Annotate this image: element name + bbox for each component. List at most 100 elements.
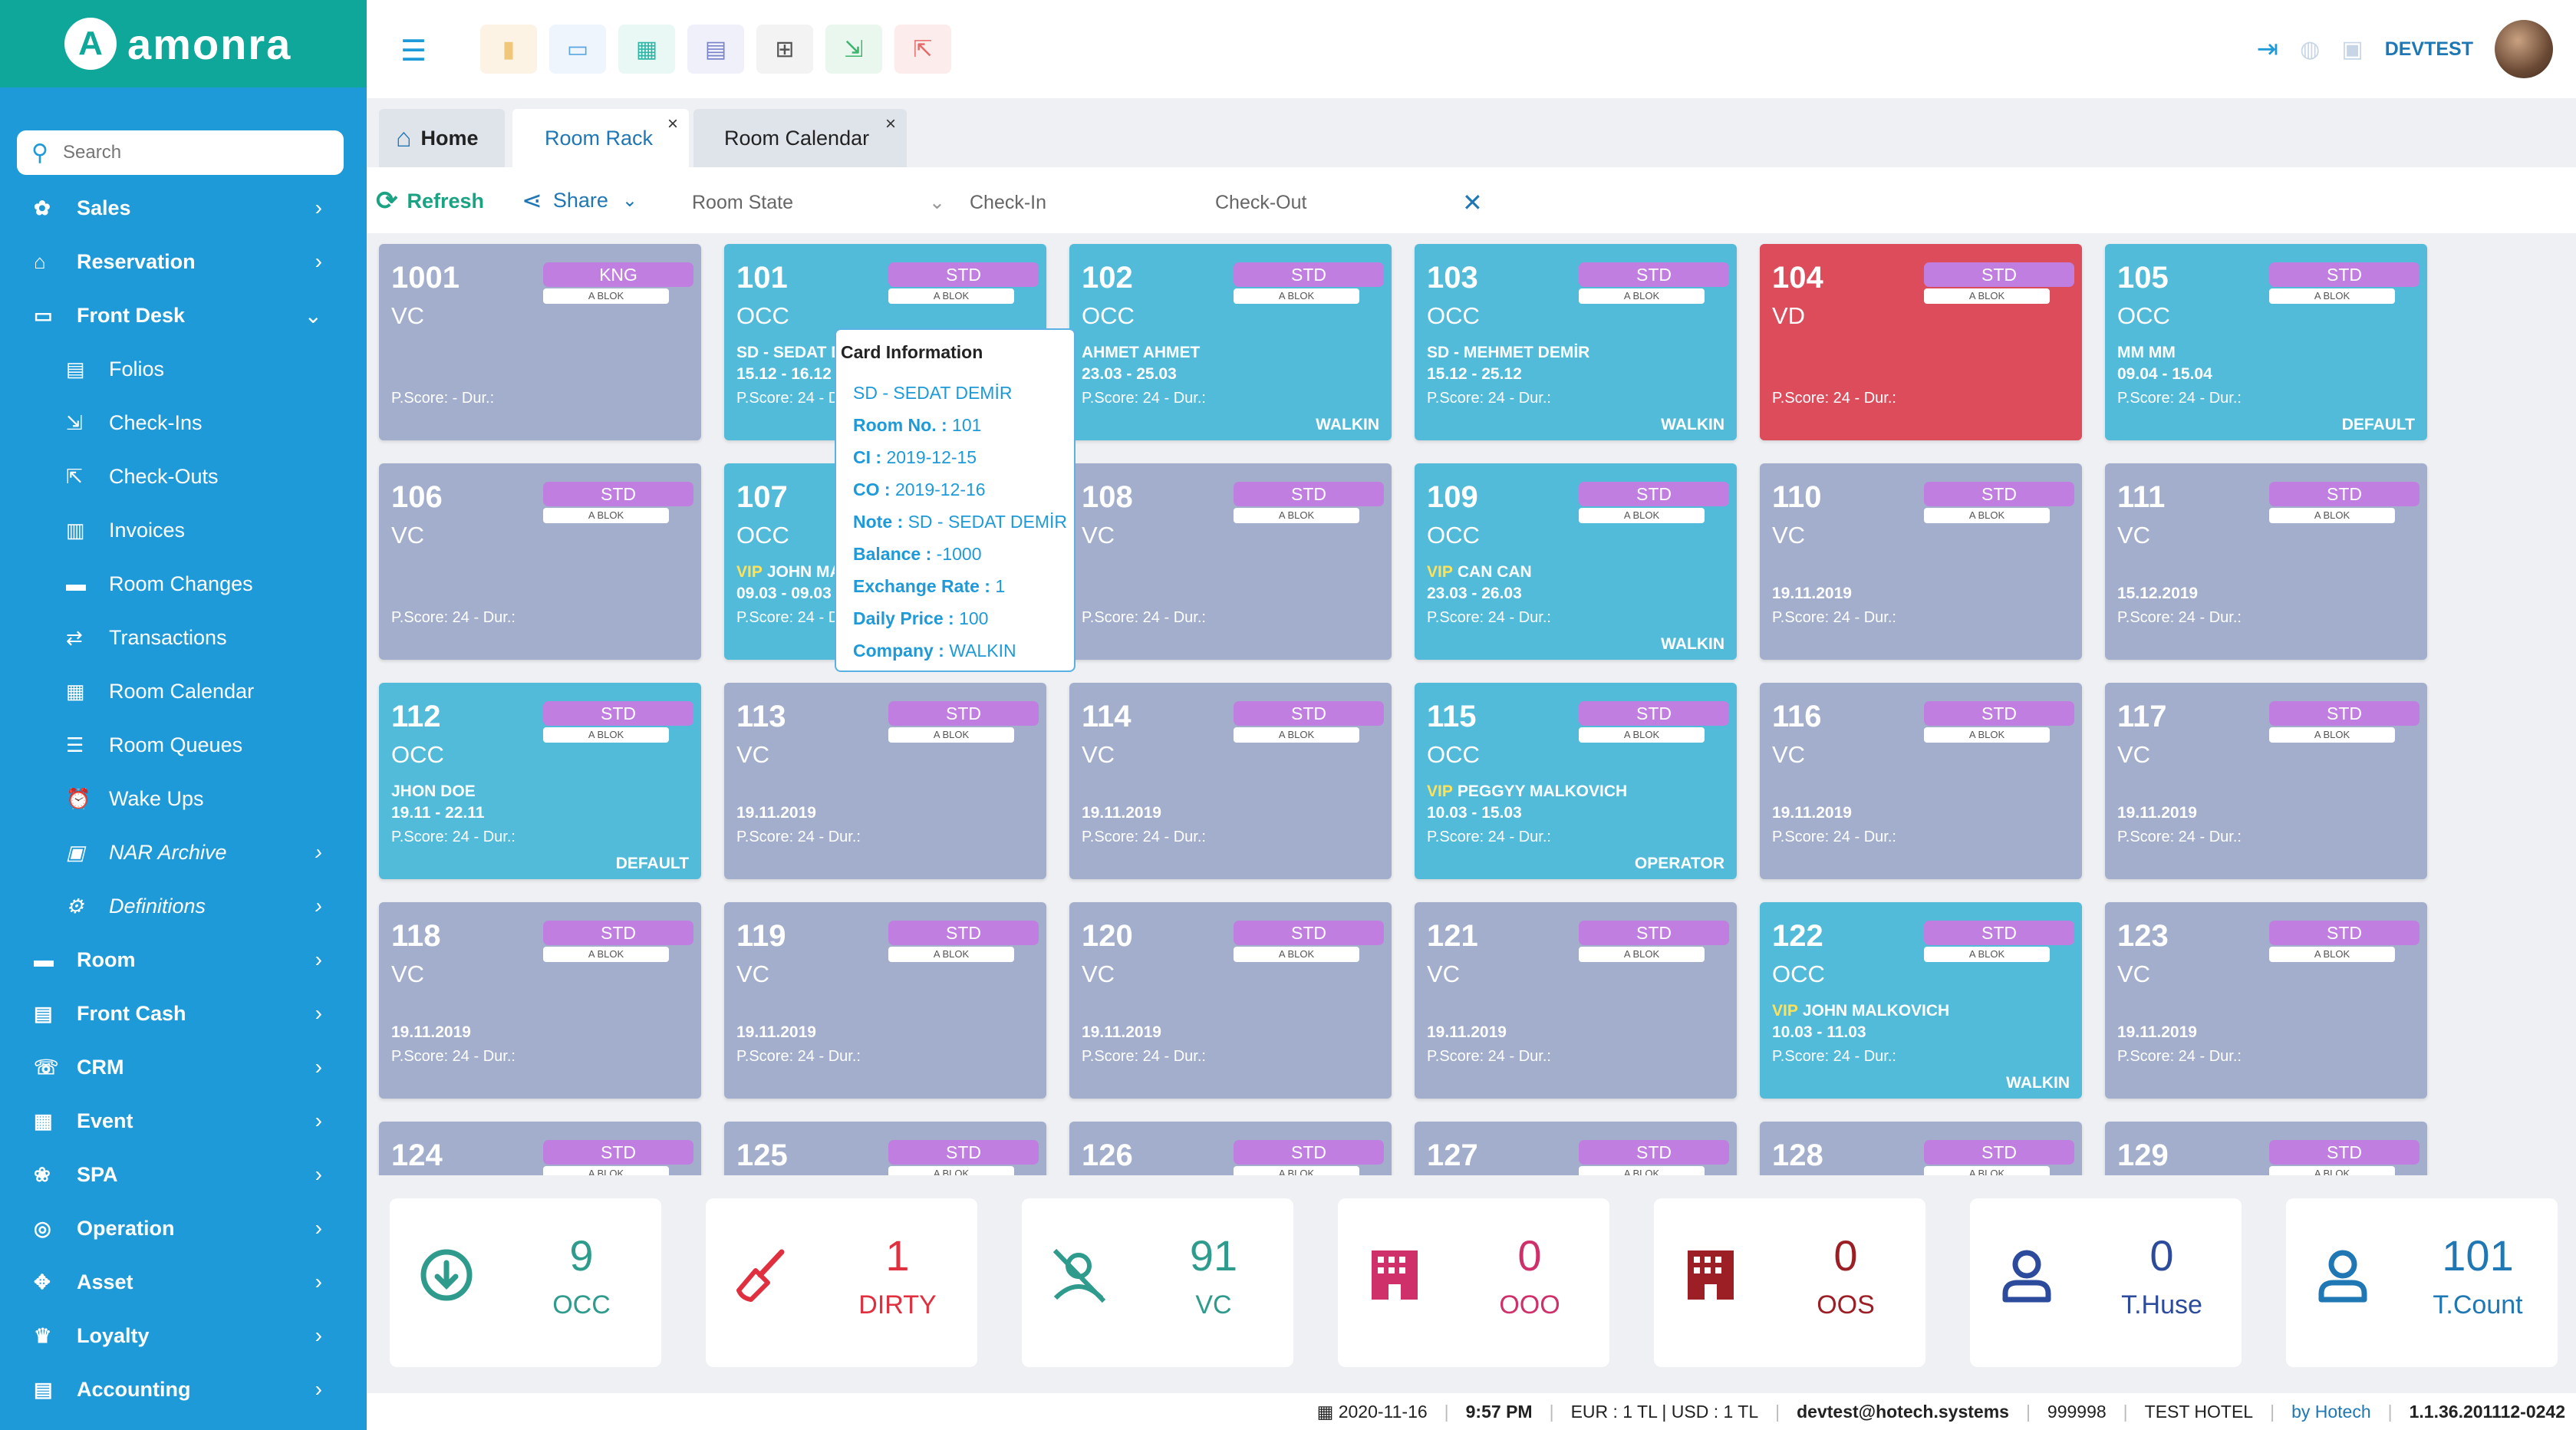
check-in-field[interactable]: Check-In [970,187,1200,218]
sidebar-item-asset[interactable]: ✥ Asset › [0,1255,367,1309]
tab-room-calendar[interactable]: Room Calendar × [693,109,907,167]
room-card[interactable]: 124VCSTDA BLOK [379,1122,701,1175]
sidebar-item-front-desk[interactable]: ▭ Front Desk ⌄ [0,288,367,342]
sidebar-item-label: NAR Archive [109,840,227,864]
calendar-icon[interactable]: ▦ [618,25,675,74]
room-card[interactable]: 118 VC STD A BLOK 19.11.2019 P.Score: 24 - Du… [379,902,701,1099]
room-card[interactable]: 126VCSTDA BLOK [1069,1122,1392,1175]
search-box[interactable]: ⚲ [17,130,344,175]
sidebar-item-check-ins[interactable]: ⇲ Check-Ins [0,396,367,450]
room-type-badge: STD [888,262,1039,287]
sidebar-item-spa[interactable]: ❀ SPA › [0,1148,367,1201]
room-card[interactable]: 125VCSTDA BLOK [724,1122,1046,1175]
room-state-select[interactable]: Room State ⌄ [692,187,945,218]
tooltip-row: Exchange Rate : 1 [853,570,1057,602]
room-card[interactable]: 113 VC STD A BLOK 19.11.2019 P.Score: 24 - Du… [724,683,1046,879]
check-out-tool-icon[interactable]: ⇱ [894,25,951,74]
room-card[interactable]: 112 OCC STD A BLOK JHON DOE 19.11 - 22.11 P.Sc… [379,683,701,879]
room-card[interactable]: 128VCSTDA BLOK [1760,1122,2082,1175]
room-card[interactable]: 127VCSTDA BLOK [1415,1122,1737,1175]
check-in-tool-icon[interactable]: ⇲ [825,25,882,74]
room-card[interactable]: 105 OCC STD A BLOK MM MM 09.04 - 15.04 P.Score… [2105,244,2427,440]
close-icon[interactable]: × [667,114,678,135]
stat-value: 1 [885,1231,910,1280]
sidebar-item-label: SPA [77,1162,118,1186]
tab-home[interactable]: ⌂ Home [379,109,505,167]
room-card[interactable]: 114 VC STD A BLOK 19.11.2019 P.Score: 24 - Du… [1069,683,1392,879]
close-icon[interactable]: × [885,114,896,135]
sidebar-item-definitions[interactable]: ⚙ Definitions › [0,879,367,933]
stat-card-ooo[interactable]: 0 OOO [1338,1198,1609,1367]
sidebar-item-room-queues[interactable]: ☰ Room Queues [0,718,367,772]
chart-icon[interactable]: ▮ [480,25,537,74]
sidebar-item-operation[interactable]: ◎ Operation › [0,1201,367,1255]
room-card[interactable]: 122 OCC STD A BLOK VIP JOHN MALKOVICH 10.03 - … [1760,902,2082,1099]
room-card[interactable]: 111 VC STD A BLOK 15.12.2019 P.Score: 24 - Du… [2105,463,2427,660]
status-by[interactable]: by Hotech [2291,1402,2371,1422]
room-card[interactable]: 104 VD STD A BLOK P.Score: 24 - Dur.: [1760,244,2082,440]
tab-room-rack[interactable]: Room Rack × [512,109,689,167]
sidebar-item-invoices[interactable]: ▥ Invoices [0,503,367,557]
logo[interactable]: A amonra [0,0,367,87]
hamburger-menu-icon[interactable]: ☰ [400,34,427,68]
sidebar-item-front-cash[interactable]: ▤ Front Cash › [0,987,367,1040]
search-input[interactable] [63,142,324,163]
sidebar-item-label: Definitions [109,894,206,918]
sidebar-item-wake-ups[interactable]: ⏰ Wake Ups [0,772,367,825]
stat-card-occ[interactable]: 9 OCC [390,1198,661,1367]
room-card[interactable]: 115 OCC STD A BLOK VIP PEGGYY MALKOVICH 10.03 … [1415,683,1737,879]
sidebar-item-folios[interactable]: ▤ Folios [0,342,367,396]
sidebar-item-room[interactable]: ▬ Room › [0,933,367,987]
sidebar-item-accounting[interactable]: ▤ Accounting › [0,1362,367,1416]
stat-card-vc[interactable]: 91 VC [1022,1198,1293,1367]
bed-icon[interactable]: ▭ [549,25,606,74]
refresh-button[interactable]: ⟳ Refresh [376,186,484,216]
logout-icon[interactable]: ⇥ [2257,34,2279,64]
tooltip-row: Daily Price : 100 [853,602,1057,634]
sidebar: A amonra ⚲ ✿ Sales › ⌂ Reservation › ▭ Front De… [0,0,367,1430]
room-card[interactable]: 121 VC STD A BLOK 19.11.2019 P.Score: 24 - Du… [1415,902,1737,1099]
sidebar-item-room-calendar[interactable]: ▦ Room Calendar [0,664,367,718]
avatar[interactable] [2495,20,2553,78]
block-badge: A BLOK [1924,508,2050,523]
stat-card-dirty[interactable]: 1 DIRTY [706,1198,977,1367]
sidebar-item-reservation[interactable]: ⌂ Reservation › [0,235,367,288]
printer-icon[interactable]: ▣ [2341,36,2363,63]
room-card[interactable]: 120 VC STD A BLOK 19.11.2019 P.Score: 24 - Du… [1069,902,1392,1099]
room-card[interactable]: 1001 VC KNG A BLOK P.Score: - Dur.: [379,244,701,440]
document-icon[interactable]: ▤ [687,25,744,74]
block-badge: A BLOK [543,288,669,304]
clear-filter-button[interactable]: ✕ [1462,187,1483,218]
tooltip-label: CO : [853,479,891,499]
room-card[interactable]: 108 VC STD A BLOK P.Score: 24 - Dur.: [1069,463,1392,660]
sidebar-item-label: Front Desk [77,303,186,327]
stat-card-t-huse[interactable]: 0 T.Huse [1970,1198,2242,1367]
room-card[interactable]: 129VCSTDA BLOK [2105,1122,2427,1175]
share-button[interactable]: ⋖ Share ⌄ [522,186,637,215]
check-out-field[interactable]: Check-Out [1215,187,1461,218]
room-card[interactable]: 123 VC STD A BLOK 19.11.2019 P.Score: 24 - Du… [2105,902,2427,1099]
priority-score: P.Score: 24 - Dur.: [736,1048,861,1065]
username[interactable]: DEVTEST [2385,38,2473,61]
sidebar-item-check-outs[interactable]: ⇱ Check-Outs [0,450,367,503]
globe-icon[interactable]: ◍ [2300,36,2320,63]
sidebar-item-sales[interactable]: ✿ Sales › [0,181,367,235]
room-card[interactable]: 110 VC STD A BLOK 19.11.2019 P.Score: 24 - Du… [1760,463,2082,660]
room-card[interactable]: 117 VC STD A BLOK 19.11.2019 P.Score: 24 - Du… [2105,683,2427,879]
stat-card-t-count[interactable]: 101 T.Count [2286,1198,2558,1367]
sidebar-item-room-changes[interactable]: ▬ Room Changes [0,557,367,611]
room-card[interactable]: 106 VC STD A BLOK P.Score: 24 - Dur.: [379,463,701,660]
room-card[interactable]: 103 OCC STD A BLOK SD - MEHMET DEMİR 15.12 - … [1415,244,1737,440]
stat-card-oos[interactable]: 0 OOS [1654,1198,1925,1367]
room-card[interactable]: 119 VC STD A BLOK 19.11.2019 P.Score: 24 - Du… [724,902,1046,1099]
sidebar-item-nar-archive[interactable]: ▣ NAR Archive › [0,825,367,879]
room-card[interactable]: 109 OCC STD A BLOK VIP CAN CAN 23.03 - 26.03 P.… [1415,463,1737,660]
room-card[interactable]: 116 VC STD A BLOK 19.11.2019 P.Score: 24 - Du… [1760,683,2082,879]
sidebar-item-loyalty[interactable]: ♛ Loyalty › [0,1309,367,1362]
block-badge: A BLOK [1579,1166,1705,1175]
sidebar-item-transactions[interactable]: ⇄ Transactions [0,611,367,664]
room-card[interactable]: 102 OCC STD A BLOK AHMET AHMET 23.03 - 25.03 P… [1069,244,1392,440]
sidebar-item-crm[interactable]: ☏ CRM › [0,1040,367,1094]
grid-icon[interactable]: ⊞ [756,25,813,74]
sidebar-item-event[interactable]: ▦ Event › [0,1094,367,1148]
